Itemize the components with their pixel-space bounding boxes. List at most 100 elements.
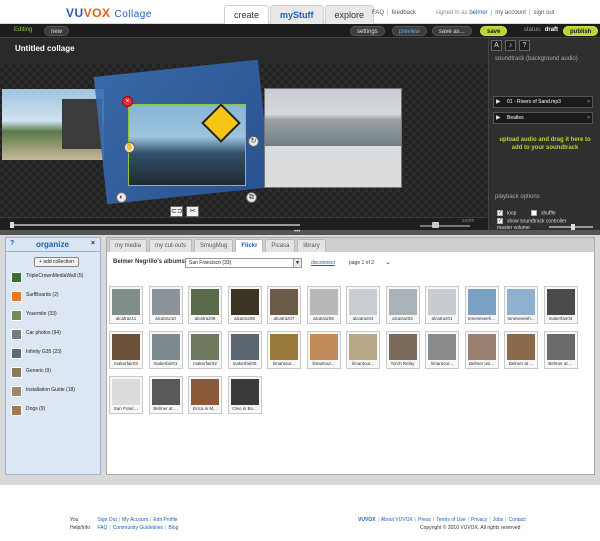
collection-item[interactable]: Yosemite (33) — [11, 310, 99, 324]
show-controller-checkbox[interactable]: ✓ — [497, 218, 503, 224]
delete-icon[interactable]: × — [122, 96, 133, 107]
footer-edit-profile-link[interactable]: Edit Profile — [153, 517, 177, 523]
faq-link[interactable]: FAQ — [372, 10, 384, 16]
media-thumbnail[interactable]: makerfair00 — [227, 331, 262, 369]
media-thumbnail[interactable]: alcatraz02 — [385, 286, 420, 324]
footer-sign-out-link[interactable]: Sign Out — [97, 517, 116, 523]
show-controller-option[interactable]: ✓ show soundtrack controller — [497, 218, 566, 224]
shuffle-option[interactable]: shuffle — [531, 210, 556, 216]
media-thumbnail[interactable]: teneseseeh... — [504, 286, 538, 324]
album-select[interactable]: San Francisco (33) ▼ — [185, 258, 302, 268]
footer-contact-link[interactable]: Contact — [509, 517, 526, 523]
loop-option[interactable]: ✓ loop — [497, 210, 516, 216]
feedback-link[interactable]: feedback — [392, 10, 416, 16]
layer-icon[interactable]: ◐ — [116, 192, 127, 203]
tab-mystuff[interactable]: myStuff — [270, 5, 324, 24]
tab-explore[interactable]: explore — [324, 5, 375, 24]
media-thumbnail[interactable]: San Franc... — [109, 376, 143, 414]
tab-create[interactable]: create — [224, 5, 270, 24]
sign-out-link[interactable]: sign out — [533, 10, 554, 16]
footer-privacy-link[interactable]: Privacy — [471, 517, 487, 523]
loop-checkbox[interactable]: ✓ — [497, 210, 503, 216]
media-tab[interactable]: library — [297, 239, 326, 252]
music-tab-icon[interactable]: ♪ — [505, 40, 516, 51]
collection-item[interactable]: Infinity G35 (23) — [11, 348, 99, 362]
media-thumbnail[interactable]: limantour... — [346, 331, 380, 369]
footer-press-link[interactable]: Press — [418, 517, 431, 523]
media-thumbnail[interactable]: Belmer at ... — [543, 331, 578, 369]
media-thumbnail[interactable]: alcatraz05 — [306, 286, 341, 324]
cut-icon[interactable]: ✂ — [186, 206, 199, 217]
soundtrack-item[interactable]: ▶ Beatles × — [493, 112, 593, 124]
media-thumbnail[interactable]: Torch Relay — [385, 331, 420, 369]
collage-title[interactable]: Untitled collage — [15, 44, 75, 53]
media-thumbnail[interactable]: teneseseeh... — [464, 286, 499, 324]
move-icon[interactable]: ✋ — [124, 142, 135, 153]
next-page-icon[interactable]: ⌄ — [385, 258, 391, 266]
collection-item[interactable]: TripleCrownMediaWall (5) — [11, 272, 99, 286]
media-thumbnail[interactable]: alcatraz07 — [267, 286, 301, 324]
add-collection-button[interactable]: + add collection — [34, 257, 79, 267]
media-thumbnail[interactable]: Belmer at ... — [504, 331, 538, 369]
media-tab[interactable]: my cut-outs — [149, 239, 193, 252]
media-tab[interactable]: Flickr — [235, 239, 264, 252]
timeline-track[interactable] — [10, 224, 300, 226]
media-thumbnail[interactable]: alcatraz11 — [109, 286, 143, 324]
footer-my-account-link[interactable]: My Account — [122, 517, 148, 523]
shuffle-checkbox[interactable] — [531, 210, 537, 216]
new-button[interactable]: new — [44, 26, 70, 36]
collection-item[interactable]: Dogs (9) — [11, 405, 99, 419]
crop-icon[interactable]: ⧉ — [246, 192, 257, 203]
media-thumbnail[interactable]: Belmer usi... — [464, 331, 499, 369]
collage-canvas[interactable]: × ✋ ↻ ◐ ⧉ ⊂⊃ ✂ — [0, 59, 488, 217]
media-thumbnail[interactable]: alcatraz09 — [188, 286, 222, 324]
publish-button[interactable]: publish — [563, 26, 599, 36]
media-thumbnail[interactable]: Erica in M... — [188, 376, 222, 414]
footer-terms-link[interactable]: Terms of Use — [436, 517, 465, 523]
close-icon[interactable]: × — [91, 240, 95, 247]
media-thumbnail[interactable]: alcatraz01 — [425, 286, 459, 324]
media-tab[interactable]: Picasa — [265, 239, 296, 252]
media-thumbnail[interactable]: makerfair01 — [148, 331, 183, 369]
media-thumbnail[interactable]: limantour... — [425, 331, 459, 369]
media-thumbnail[interactable]: Belmer at ... — [148, 376, 183, 414]
collage-photo-bay[interactable] — [264, 88, 402, 146]
collection-item[interactable]: Installation Guide (18) — [11, 386, 99, 400]
resize-icon[interactable]: ↻ — [248, 136, 259, 147]
help-icon[interactable]: ? — [10, 240, 14, 247]
save-as-button[interactable]: save as... — [432, 26, 472, 36]
footer-jobs-link[interactable]: Jobs — [493, 517, 504, 523]
media-thumbnail[interactable]: limantour... — [306, 331, 341, 369]
zoom-slider-knob[interactable] — [432, 222, 439, 228]
remove-icon[interactable]: × — [587, 97, 590, 107]
media-thumbnail[interactable]: makerfair02 — [188, 331, 222, 369]
media-thumbnail[interactable]: alcatraz10 — [148, 286, 183, 324]
link-icon[interactable]: ⊂⊃ — [170, 206, 183, 217]
collection-item[interactable]: Generic (9) — [11, 367, 99, 381]
media-thumbnail[interactable]: alcatraz04 — [346, 286, 380, 324]
media-thumbnail[interactable]: Cleo in Bo... — [227, 376, 262, 414]
media-thumbnail[interactable]: alcatraz08 — [227, 286, 262, 324]
footer-guidelines-link[interactable]: Community Guidelines — [113, 525, 163, 531]
collection-item[interactable]: SurfBoards (2) — [11, 291, 99, 305]
media-tab[interactable]: my media — [109, 239, 148, 252]
my-account-link[interactable]: my account — [495, 10, 526, 16]
username-link[interactable]: belmer — [469, 10, 487, 16]
media-thumbnail[interactable]: makerfair04 — [543, 286, 578, 324]
save-button[interactable]: save — [480, 26, 508, 36]
media-thumbnail[interactable]: makerfair03 — [109, 331, 143, 369]
collage-photo-beach[interactable] — [2, 89, 104, 160]
text-tab-icon[interactable]: A — [491, 40, 502, 51]
help-tab-icon[interactable]: ? — [519, 40, 530, 51]
play-icon[interactable]: ▶ — [496, 113, 501, 123]
remove-icon[interactable]: × — [587, 113, 590, 123]
vuvox-logo[interactable]: VUVOX Collage — [66, 6, 152, 20]
footer-blog-link[interactable]: Blog — [168, 525, 178, 531]
disconnect-link[interactable]: disconnect — [311, 260, 335, 266]
footer-vuvox-link[interactable]: VUVOX — [358, 517, 376, 523]
media-thumbnail[interactable]: limantour... — [267, 331, 301, 369]
footer-faq-link[interactable]: FAQ — [97, 525, 107, 531]
media-tab[interactable]: SmugMug — [194, 239, 234, 252]
play-icon[interactable]: ▶ — [496, 97, 501, 107]
collection-item[interactable]: Car photos (94) — [11, 329, 99, 343]
